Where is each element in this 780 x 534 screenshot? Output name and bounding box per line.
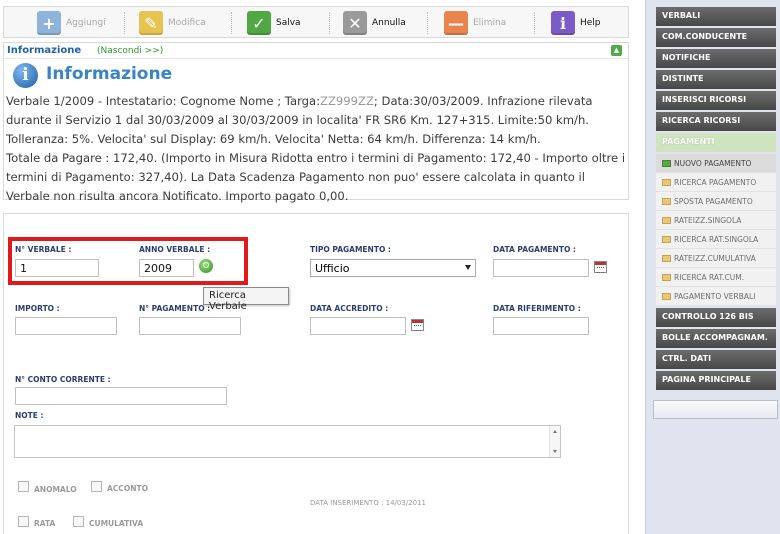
data-accredito-input[interactable] [310,317,406,335]
n-pagamento-input[interactable] [139,317,241,335]
info-icon: i [551,11,575,35]
data-inserimento: DATA INSERIMENTO : 14/03/2011 [310,499,426,507]
data-riferimento-label: DATA RIFERIMENTO : [493,304,581,313]
submenu-item-ricerca-rat-cum[interactable]: RICERCA RAT.CUM. [656,268,776,287]
menu-item-pagamenti[interactable]: PAGAMENTI [656,133,776,152]
submenu-label: RICERCA RAT.CUM. [674,273,745,282]
anomalo-checkbox[interactable] [18,481,29,492]
cumulativa-checkbox[interactable] [73,516,84,527]
add-icon: + [37,11,61,35]
conto-corrente-label: N° CONTO CORRENTE : [15,375,111,384]
aggiungi-button[interactable]: + Aggiungi [37,9,106,37]
importo-input[interactable] [15,317,117,335]
menu-item-pagina-principale[interactable]: PAGINA PRINCIPALE [656,371,776,390]
submenu-item-pagamento-verbali[interactable]: PAGAMENTO VERBALI [656,287,776,306]
info-icon: i [13,63,38,88]
submenu-item-rateizz-cumulativa[interactable]: RATEIZZ.CUMULATIVA [656,249,776,268]
info-text-part1: Verbale 1/2009 - Intestatario: Cognome N… [6,94,321,108]
side-menu: VERBALI COM.CONDUCENTE NOTIFICHE DISTINT… [656,7,776,392]
minus-icon: — [444,11,468,35]
folder-icon [662,217,671,224]
toolbar: + Aggiungi ✎ Modifica ✓ Salva ✕ Annulla … [3,6,629,38]
chevron-down-icon [465,265,471,270]
tipo-pagamento-value: Ufficio [315,262,350,275]
data-accredito-label: DATA ACCREDITO : [310,304,389,313]
salva-label: Salva [276,18,301,28]
collapse-icon[interactable]: ▲ [611,45,622,56]
acconto-label: ACCONTO [107,484,148,493]
info-text-part2: ; Data:30/03/2009. Infrazione rilevata d… [6,94,626,203]
folder-icon [662,236,671,243]
folder-icon [662,255,671,262]
anomalo-label: ANOMALO [34,485,77,494]
folder-icon [662,198,671,205]
menu-item-ctrl-dati[interactable]: CTRL. DATI [656,350,776,369]
aggiungi-label: Aggiungi [66,18,106,28]
info-panel-header: Informazione (Nascondi >>) ▲ [4,43,628,59]
submenu-item-ricerca-rat-singola[interactable]: RICERCA RAT.SINGOLA [656,230,776,249]
cancel-document-icon: ✕ [343,11,367,35]
folder-icon [662,160,671,167]
data-pagamento-label: DATA PAGAMENTO : [493,245,576,254]
acconto-checkbox[interactable] [91,481,102,492]
elimina-button[interactable]: — Elimina [444,9,506,37]
submenu-label: SPOSTA PAGAMENTO [674,197,753,206]
calendar-icon[interactable] [594,261,607,273]
submenu-item-ricerca-pagamento[interactable]: RICERCA PAGAMENTO [656,173,776,192]
menu-item-com-conducente[interactable]: COM.CONDUCENTE [656,28,776,47]
submenu-label: RICERCA PAGAMENTO [674,178,757,187]
note-textarea[interactable] [14,425,561,458]
tipo-pagamento-select[interactable]: Ufficio [310,259,476,277]
menu-item-distinte[interactable]: DISTINTE [656,70,776,89]
hide-info-link[interactable]: (Nascondi >>) [97,46,163,56]
info-title: Informazione [46,64,173,84]
tipo-pagamento-label: TIPO PAGAMENTO : [310,245,391,254]
plate-number: ZZ999ZZ [320,94,374,108]
salva-button[interactable]: ✓ Salva [247,9,301,37]
menu-item-controllo-126-bis[interactable]: CONTROLLO 126 BIS [656,308,776,327]
info-header-title: Informazione [7,45,82,56]
folder-icon [662,293,671,300]
rata-checkbox[interactable] [18,516,29,527]
calendar-icon[interactable] [411,319,424,331]
submenu-item-nuovo-pagamento[interactable]: NUOVO PAGAMENTO [656,154,776,173]
importo-label: IMPORTO : [15,304,60,313]
cumulativa-label: CUMULATIVA [89,519,144,528]
submenu-label: NUOVO PAGAMENTO [674,159,752,168]
annulla-label: Annulla [372,18,406,28]
menu-item-inserisci-ricorsi[interactable]: INSERISCI RICORSI [656,91,776,110]
rata-label: RATA [34,519,56,528]
info-panel: Informazione (Nascondi >>) ▲ i Informazi… [3,42,629,203]
menu-item-verbali[interactable]: VERBALI [656,7,776,26]
folder-icon [662,274,671,281]
ricerca-verbale-tooltip: Ricerca Verbale [203,287,289,312]
elimina-label: Elimina [473,18,507,28]
submenu-label: RATEIZZ.SINGOLA [674,216,742,225]
submenu-item-rateizz-singola[interactable]: RATEIZZ.SINGOLA [656,211,776,230]
note-scrollbar[interactable] [549,426,560,457]
menu-item-bolle-accompagnam[interactable]: BOLLE ACCOMPAGNAM. [656,329,776,348]
menu-item-notifiche[interactable]: NOTIFICHE [656,49,776,68]
menu-item-ricerca-ricorsi[interactable]: RICERCA RICORSI [656,112,776,131]
help-label: Help [580,18,601,28]
n-pagamento-label: N° PAGAMENTO : [139,304,211,313]
submenu-label: RATEIZZ.CUMULATIVA [674,254,756,263]
edit-icon: ✎ [139,11,163,35]
modifica-label: Modifica [168,18,206,28]
conto-corrente-input[interactable] [15,387,227,405]
modifica-button[interactable]: ✎ Modifica [139,9,206,37]
folder-icon [662,179,671,186]
info-text: Verbale 1/2009 - Intestatario: Cognome N… [6,92,628,206]
note-label: NOTE : [15,411,44,420]
annulla-button[interactable]: ✕ Annulla [343,9,406,37]
submenu-item-sposta-pagamento[interactable]: SPOSTA PAGAMENTO [656,192,776,211]
help-button[interactable]: i Help [551,9,601,37]
sidebar-footer-box [653,400,778,419]
data-pagamento-input[interactable] [493,259,589,277]
submenu-label: RICERCA RAT.SINGOLA [674,235,759,244]
submenu-label: PAGAMENTO VERBALI [674,292,756,301]
data-riferimento-input[interactable] [493,317,589,335]
check-icon: ✓ [247,11,271,35]
highlight-frame [8,237,248,285]
